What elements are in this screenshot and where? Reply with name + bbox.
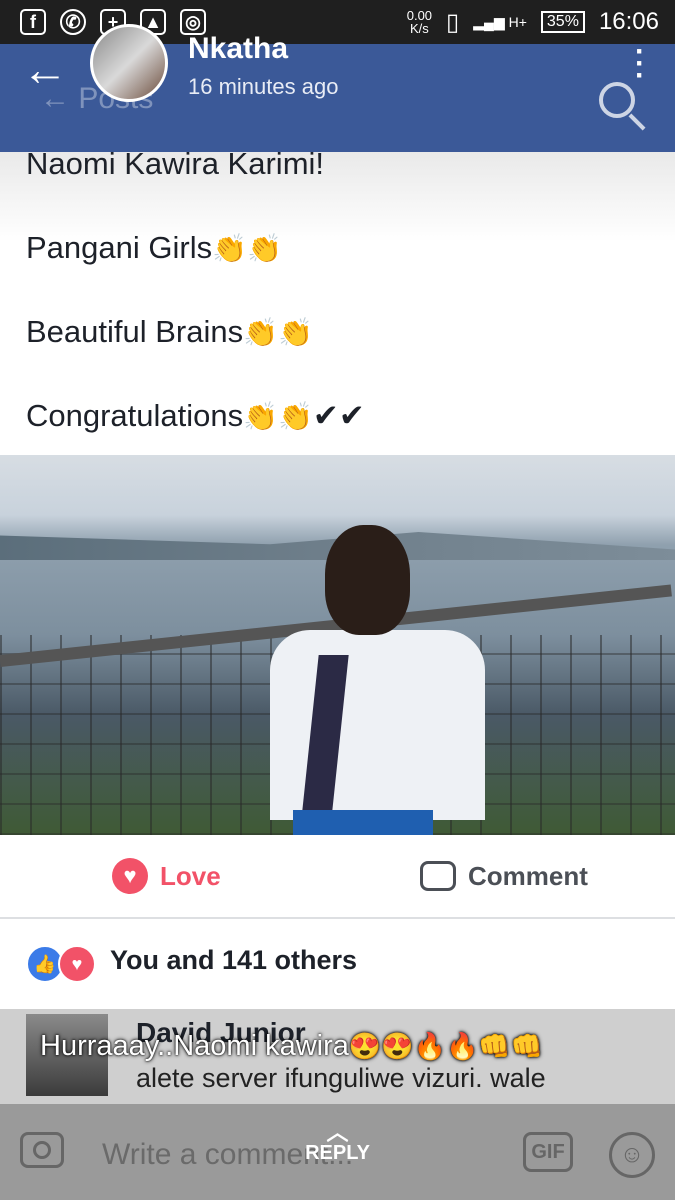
clock: 16:06: [598, 8, 659, 35]
facebook-icon: f: [20, 9, 46, 35]
post-body: Naomi Kawira Karimi! Pangani Girls👏👏 Bea…: [0, 146, 675, 454]
post-photo[interactable]: [0, 455, 675, 835]
love-button[interactable]: ♥ Love: [112, 858, 221, 894]
comment-button[interactable]: Comment: [420, 861, 588, 892]
battery-indicator: 35%: [540, 11, 585, 33]
post-timestamp: 16 minutes ago: [188, 74, 339, 99]
more-options-icon[interactable]: · · ·: [635, 37, 645, 91]
photo-person-head: [325, 525, 410, 635]
clap-emoji: 👏👏: [212, 233, 282, 264]
comment-composer: Write a comment... ︿ REPLY GIF ☺: [0, 1104, 675, 1200]
chevron-up-icon: ︿: [326, 1120, 349, 1145]
reactions-summary[interactable]: 👍 ♥ You and 141 others: [0, 919, 675, 1009]
notification-icons: f ✆ + ▲ ◎: [0, 9, 206, 35]
whatsapp-icon: ✆: [60, 9, 86, 35]
post-line: Congratulations👏👏✔✔: [26, 398, 365, 433]
reply-overlay-text: Hurraaay..Naomi kawira😍😍🔥🔥👊👊: [40, 1030, 544, 1062]
author-name[interactable]: Nkatha: [188, 32, 288, 66]
sticker-icon[interactable]: ☺: [609, 1132, 655, 1178]
comment-icon: [420, 861, 456, 891]
signal-icon: ▂▄▆ H+: [473, 13, 527, 30]
post-line: Naomi Kawira Karimi!: [26, 146, 325, 181]
clap-emoji: 👏👏: [243, 401, 313, 432]
reply-button[interactable]: ︿ REPLY: [300, 1120, 375, 1165]
photo-person-skirt: [293, 810, 433, 835]
clap-emoji: 👏👏: [243, 317, 313, 348]
post-header: ← Posts ← Nkatha 16 minutes ago ···: [0, 24, 675, 152]
network-speed: 0.00 K/s: [406, 8, 433, 36]
author-avatar[interactable]: [90, 24, 168, 102]
camera-icon[interactable]: [20, 1132, 64, 1168]
overlay-emoji: 😍😍🔥🔥👊👊: [348, 1031, 544, 1061]
post-line: Pangani Girls👏👏: [26, 230, 282, 265]
checkmarks: ✔✔: [312, 398, 365, 433]
vibrate-icon: ▯: [446, 8, 460, 36]
post-actions: ♥ Love Comment: [0, 835, 675, 919]
post-line: Beautiful Brains👏👏: [26, 314, 313, 349]
love-icon: ♥: [112, 858, 148, 894]
back-arrow-icon[interactable]: ←: [22, 46, 68, 92]
search-icon[interactable]: [599, 82, 635, 118]
gif-button[interactable]: GIF: [523, 1132, 573, 1172]
reactions-count: You and 141 others: [110, 945, 358, 975]
comment-text: alete server ifunguliwe vizuri. wale: [136, 1063, 546, 1093]
love-icon: ♥: [58, 945, 96, 983]
photo-person-shirt: [270, 630, 485, 820]
